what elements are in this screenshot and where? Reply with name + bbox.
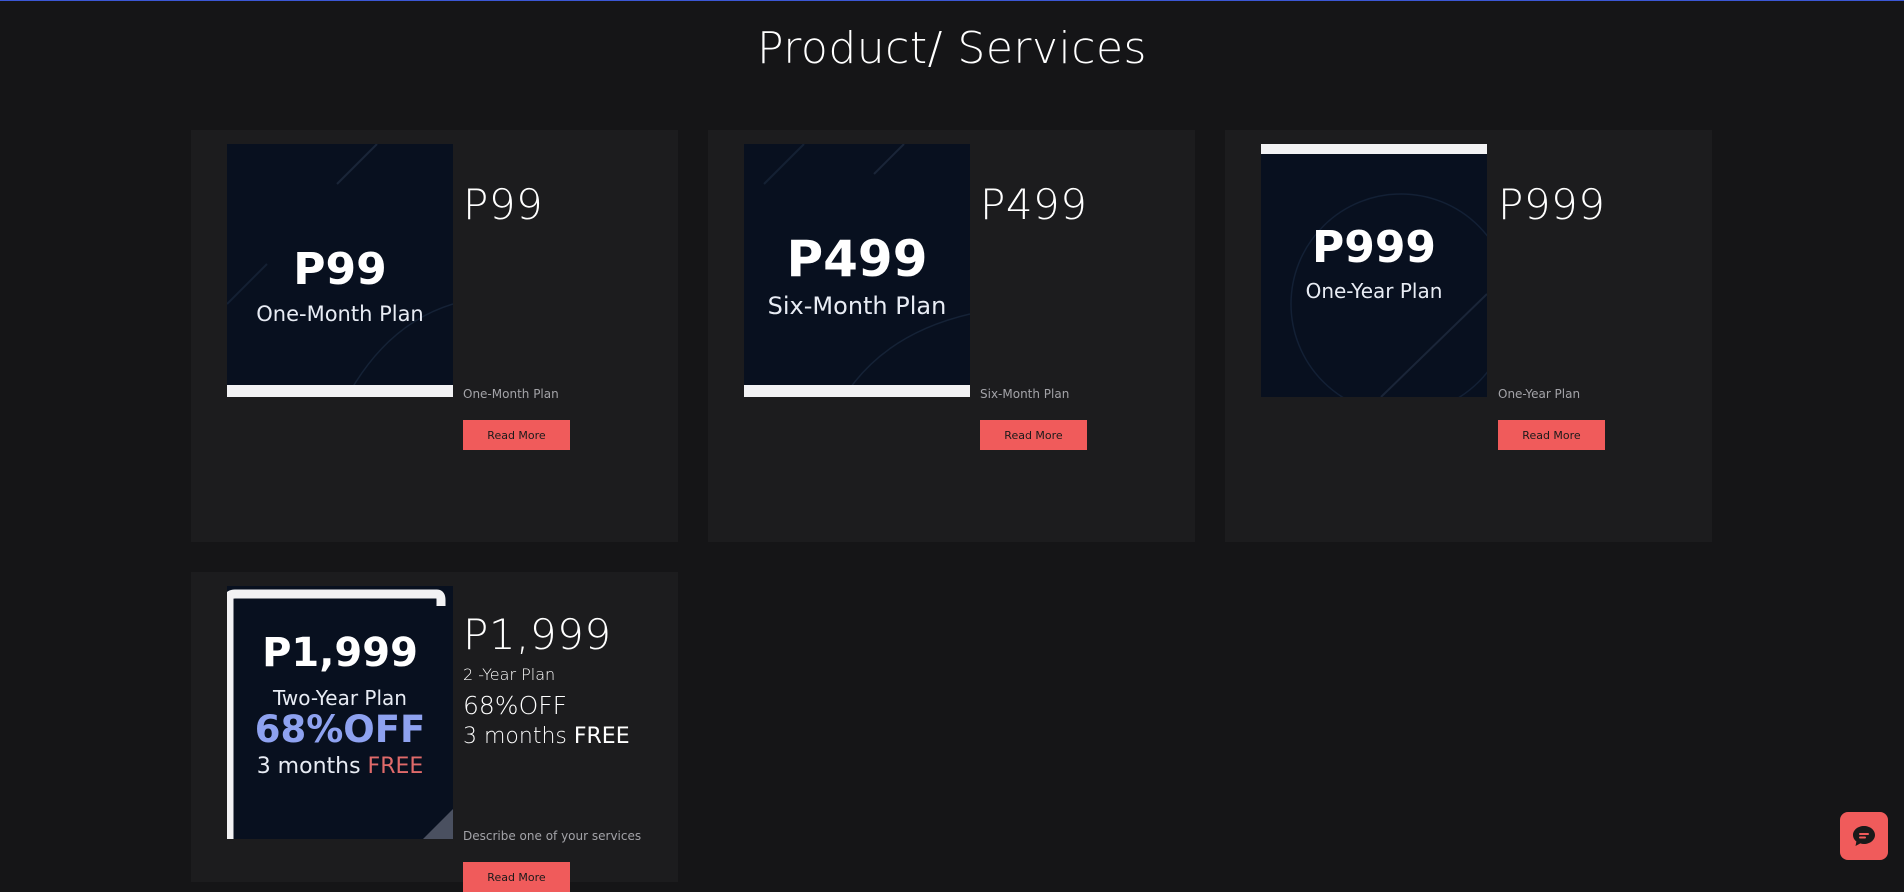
thumbnail-discount: 68%OFF: [254, 708, 426, 751]
chat-button[interactable]: [1840, 812, 1888, 860]
product-description: Six-Month Plan: [980, 387, 1070, 401]
free-offer-prefix: 3 months: [463, 724, 567, 749]
page-title: Product/ Services: [757, 23, 1147, 74]
free-offer-label: FREE: [573, 724, 630, 749]
thumbnail-border: [227, 385, 453, 397]
read-more-button[interactable]: Read More: [980, 420, 1087, 450]
thumbnail-plan: One-Year Plan: [1305, 279, 1443, 303]
product-card-1: P99 One-Month Plan P99 One-Month Plan Re…: [191, 130, 678, 542]
thumbnail-border: [744, 385, 970, 397]
product-card-4: P1,999 Two-Year Plan 68%OFF 3 months FRE…: [191, 572, 678, 892]
product-thumbnail[interactable]: P999 One-Year Plan: [1261, 144, 1487, 397]
product-description: Describe one of your services: [463, 829, 642, 843]
thumbnail-plan: Two-Year Plan: [273, 686, 407, 710]
product-description: One-Month Plan: [463, 387, 559, 401]
product-discount: 68%OFF: [463, 691, 568, 720]
product-free-offer: 3 months FREE: [463, 724, 630, 749]
product-card-2: P499 Six-Month Plan P499 Six-Month Plan …: [708, 130, 1195, 542]
thumbnail-border: [1261, 144, 1487, 154]
product-price: P1,999: [463, 610, 612, 659]
product-price: P999: [1498, 180, 1606, 229]
chat-bubble-icon: [1853, 826, 1875, 846]
top-accent-line: [0, 0, 1904, 1]
product-subtitle: 2 -Year Plan: [463, 665, 556, 684]
product-thumbnail[interactable]: P499 Six-Month Plan: [744, 144, 970, 397]
product-thumbnail[interactable]: P1,999 Two-Year Plan 68%OFF 3 months FRE…: [227, 586, 453, 839]
thumbnail-free-offer: 3 months FREE: [227, 754, 453, 779]
read-more-button[interactable]: Read More: [463, 420, 570, 450]
read-more-button[interactable]: Read More: [1498, 420, 1605, 450]
thumbnail-price: P999: [1311, 222, 1437, 273]
thumbnail-plan: One-Month Plan: [256, 302, 424, 326]
product-description: One-Year Plan: [1498, 387, 1581, 401]
product-card-3: P999 One-Year Plan P999 One-Year Plan Re…: [1225, 130, 1712, 542]
thumbnail-price: P99: [293, 244, 387, 295]
thumbnail-price: P1,999: [262, 630, 418, 676]
thumbnail-free-prefix: 3 months: [256, 754, 361, 779]
read-more-button[interactable]: Read More: [463, 862, 570, 892]
thumbnail-price: P499: [786, 230, 928, 288]
thumbnail-plan: Six-Month Plan: [767, 292, 947, 320]
product-thumbnail[interactable]: P99 One-Month Plan: [227, 144, 453, 397]
product-price: P99: [463, 180, 544, 229]
thumbnail-free-label: FREE: [367, 754, 424, 779]
product-price: P499: [980, 180, 1088, 229]
